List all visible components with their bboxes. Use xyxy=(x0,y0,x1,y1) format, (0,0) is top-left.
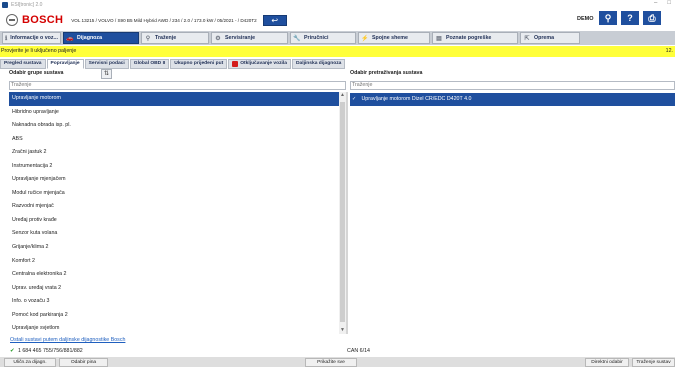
list-item[interactable]: ABS xyxy=(9,133,339,147)
tab-spojne-sheme[interactable]: ⚡ Spojne sheme xyxy=(358,32,430,44)
user-search-button[interactable]: ⚲ xyxy=(599,11,617,25)
print-button[interactable]: ⎙ xyxy=(643,11,661,25)
tab-prirucnici[interactable]: 🔧 Priručnici xyxy=(290,32,356,44)
bosch-logo-icon xyxy=(6,14,18,26)
lock-icon xyxy=(232,61,239,67)
scroll-thumb[interactable] xyxy=(340,102,345,322)
notice-number: 12. xyxy=(665,48,673,54)
header-bar: BOSCH VOL 13215 / VOLVO / S90 B5 Mild Hy… xyxy=(0,9,675,31)
list-item[interactable]: Pomoć kod parkiranja 2 xyxy=(9,309,339,323)
car-icon: 🚗 xyxy=(66,35,74,42)
app-icon xyxy=(2,1,8,8)
subtab-pregled-sustava[interactable]: Pregled sustava xyxy=(0,59,46,69)
info-icon: ℹ xyxy=(5,35,8,42)
notice-bar: Provjerite je li uključeno paljenje 12. xyxy=(0,46,675,57)
show-all-button[interactable]: Prikažite sve xyxy=(305,358,357,367)
list-item[interactable]: Modul ručice mjenjača xyxy=(9,187,339,201)
system-group-list: Upravljanje motorom Hibridno upravljanje N… xyxy=(9,92,339,334)
list-item[interactable]: Komfort 2 xyxy=(9,255,339,269)
subtab-ukupno-prijedeni-put[interactable]: Ukupno prijeđeni put xyxy=(170,59,228,69)
system-result-item[interactable]: ✓ Upravljanje motorom Dizel CR/EDC D420T… xyxy=(350,93,675,106)
window-titlebar: ESI[tronic] 2.0 – □ xyxy=(0,0,675,9)
brand-name: BOSCH xyxy=(22,14,64,26)
scroll-down-icon[interactable]: ▼ xyxy=(339,327,346,334)
tab-label: Poznate pogreške xyxy=(446,35,492,41)
tab-oprema[interactable]: ⇱ Oprema xyxy=(520,32,580,44)
tab-label: Dijagnoza xyxy=(77,35,103,41)
minimize-icon[interactable]: – xyxy=(654,0,657,6)
subtab-label: Otključavanje vozila xyxy=(240,61,287,66)
external-icon: ⇱ xyxy=(524,35,530,42)
left-panel-title: Odabir grupe sustava xyxy=(9,70,64,76)
tab-dijagnoza[interactable]: 🚗 Dijagnoza xyxy=(63,32,139,44)
scroll-up-icon[interactable]: ▲ xyxy=(339,92,346,99)
search-icon: ⚲ xyxy=(145,35,151,42)
subtab-servisni-podaci[interactable]: Servisni podaci xyxy=(84,59,129,69)
window-controls: – □ xyxy=(654,0,671,6)
subtab-otkljucavanje[interactable]: Otključavanje vozila xyxy=(228,59,291,69)
maximize-icon[interactable]: □ xyxy=(667,0,671,6)
list-item[interactable]: Hibridno upravljanje xyxy=(9,106,339,120)
list-item[interactable]: Uprav. uređaj vrata 2 xyxy=(9,282,339,296)
back-button[interactable]: ↩ xyxy=(262,14,287,26)
system-result-label: Upravljanje motorom Dizel CR/EDC D420T 4… xyxy=(361,96,472,102)
list-item[interactable]: Naknadna obrada isp. pl. xyxy=(9,119,339,133)
list-item[interactable]: Instrumentacija 2 xyxy=(9,160,339,174)
direct-select-button[interactable]: Direktni odabir xyxy=(585,358,629,367)
list-item[interactable]: Senzor kuta volana xyxy=(9,227,339,241)
remote-diagnostics-link[interactable]: Ostali sustavi putem daljinske dijagnost… xyxy=(10,337,125,343)
notice-text: Provjerite je li uključeno paljenje xyxy=(1,48,77,54)
tab-label: Priručnici xyxy=(304,35,329,41)
diagnostic-socket-button[interactable]: Uličn.za dijagn. xyxy=(4,358,56,367)
mode-label: DEMO xyxy=(577,16,594,22)
left-scrollbar[interactable]: ▲ ▼ xyxy=(339,92,346,334)
can-status: CAN 6/14 xyxy=(347,348,370,354)
panel-divider xyxy=(346,92,348,334)
tab-label: Informacije o voz... xyxy=(10,35,58,41)
vehicle-info: VOL 13215 / VOLVO / S90 B5 Mild Hybrid A… xyxy=(71,17,257,23)
tab-poznate-pogreske[interactable]: ▤ Poznate pogreške xyxy=(432,32,518,44)
subtab-global-obd[interactable]: Global OBD II xyxy=(129,59,170,69)
toolbar-buttons: ⚲ ? ⎙ xyxy=(599,11,661,25)
lightning-icon: ⚡ xyxy=(361,35,369,42)
system-search-button[interactable]: Traženje sustav xyxy=(632,358,675,367)
tab-trazenje[interactable]: ⚲ Traženje xyxy=(141,32,209,44)
wrench-icon: 🔧 xyxy=(293,35,301,42)
sub-tab-bar: Pregled sustava Popravljanje Servisni po… xyxy=(0,59,346,69)
main-tab-bar: ℹ Informacije o voz... 🚗 Dijagnoza ⚲ Tra… xyxy=(0,31,675,45)
list-item[interactable]: Info. o vozaču 3 xyxy=(9,295,339,309)
list-item[interactable]: Upravljanje svjetlom xyxy=(9,322,339,334)
help-button[interactable]: ? xyxy=(621,11,639,25)
pin-select-button[interactable]: Odabir pina xyxy=(59,358,108,367)
tab-label: Traženje xyxy=(155,35,177,41)
left-search-input[interactable]: Traženje xyxy=(9,81,346,90)
tab-label: Spojne sheme xyxy=(372,35,408,41)
tab-servisiranje[interactable]: ⚙ Servisiranje xyxy=(211,32,288,44)
tab-informacije[interactable]: ℹ Informacije o voz... xyxy=(2,32,61,44)
list-item[interactable]: Uređaj protiv krađe xyxy=(9,214,339,228)
tab-label: Oprema xyxy=(534,35,555,41)
list-item[interactable]: Centralna elektronika 2 xyxy=(9,268,339,282)
check-icon: ✓ xyxy=(352,96,357,102)
sort-icon[interactable]: ⇅ xyxy=(101,69,112,79)
list-item[interactable]: Upravljanje mjenjačem xyxy=(9,173,339,187)
list-item[interactable]: Upravljanje motorom xyxy=(9,92,339,106)
ok-check-icon: ✔ xyxy=(10,348,15,354)
subtab-daljinska-dijagnoza[interactable]: Daljinska dijagnoza xyxy=(291,59,346,69)
gears-icon: ⚙ xyxy=(215,35,221,42)
tab-label: Servisiranje xyxy=(225,35,256,41)
device-code: ✔ 1 684 465 755/756/881/882 xyxy=(10,348,83,354)
list-item[interactable]: Zračni jastuk 2 xyxy=(9,146,339,160)
list-item[interactable]: Grijanje/klima 2 xyxy=(9,241,339,255)
right-search-input[interactable]: Traženje xyxy=(350,81,675,90)
book-icon: ▤ xyxy=(436,35,442,42)
right-panel-title: Odabir pretraživanja sustava xyxy=(350,70,423,76)
list-item[interactable]: Razvodni mjenjač xyxy=(9,200,339,214)
device-code-text: 1 684 465 755/756/881/882 xyxy=(17,348,83,354)
subtab-popravljanje[interactable]: Popravljanje xyxy=(46,59,84,69)
window-title: ESI[tronic] 2.0 xyxy=(11,1,43,8)
